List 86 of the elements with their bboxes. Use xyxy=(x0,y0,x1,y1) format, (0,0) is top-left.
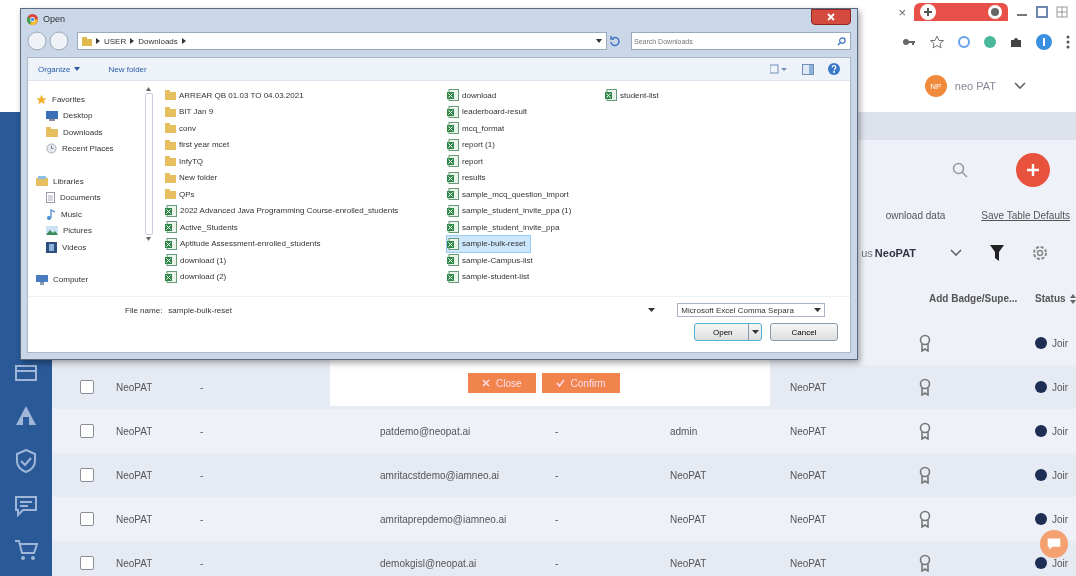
nav-item[interactable]: Libraries xyxy=(36,173,144,190)
table-cell: NeoPAT xyxy=(790,381,827,393)
table-cell: NeoPAT xyxy=(116,381,153,393)
nav-item[interactable]: Documents xyxy=(36,189,144,206)
column-header[interactable]: Status xyxy=(1035,293,1066,304)
table-cell: patdemo@neopat.ai xyxy=(380,425,471,437)
status-text: Joir xyxy=(1052,337,1069,349)
file-item[interactable]: Active_Students xyxy=(165,219,242,236)
table-cell: NeoPAT xyxy=(670,557,707,569)
nav-item[interactable]: Favorites xyxy=(36,91,144,108)
table-cell: - xyxy=(200,557,204,569)
file-item[interactable]: BIT Jan 9 xyxy=(165,103,218,120)
file-item[interactable]: 2022 Advanced Java Programming Course-enrolled_students xyxy=(165,202,403,219)
file-item[interactable]: sample-bulk-reset xyxy=(447,235,530,252)
breadcrumb-item[interactable]: USER xyxy=(104,36,127,46)
status-text: Joir xyxy=(1052,513,1069,525)
breadcrumb-item[interactable]: Downloads xyxy=(138,36,178,46)
nav-item[interactable]: Pictures xyxy=(36,222,144,239)
dialog-title: Open xyxy=(43,14,66,24)
table-cell: - xyxy=(555,425,559,437)
file-item[interactable]: sample_student_invite_ppa (1) xyxy=(447,202,576,219)
file-item[interactable]: report xyxy=(447,153,487,170)
file-item[interactable]: sample_mcq_question_import xyxy=(447,186,573,203)
table-cell: - xyxy=(200,469,204,481)
nav-item[interactable]: Computer xyxy=(36,271,144,288)
table-cell: NeoPAT xyxy=(790,557,827,569)
download-data-link[interactable]: ownload data xyxy=(885,209,946,221)
user-name[interactable]: neo PAT xyxy=(954,80,996,92)
table-cell: NeoPAT xyxy=(790,469,827,481)
file-item[interactable]: mcq_format xyxy=(447,120,509,137)
file-item[interactable]: sample_student_invite_ppa xyxy=(447,219,564,236)
file-item[interactable]: download (1) xyxy=(165,252,231,269)
nav-item[interactable]: Recent Places xyxy=(36,140,144,157)
nav-item[interactable]: Music xyxy=(36,206,144,223)
file-item[interactable]: New folder xyxy=(165,169,222,186)
file-item[interactable]: leaderboard-result xyxy=(447,103,531,120)
organize-menu[interactable]: Organize xyxy=(38,64,81,74)
table-cell: NeoPAT xyxy=(670,513,707,525)
table-cell: - xyxy=(555,557,559,569)
file-item[interactable]: student-list xyxy=(605,87,663,104)
save-table-defaults-link[interactable]: Save Table Defaults xyxy=(981,209,1070,221)
file-item[interactable]: results xyxy=(447,169,490,186)
table-cell: admin xyxy=(670,425,698,437)
table-cell: amritacstdemo@iamneo.ai xyxy=(380,469,500,481)
status-text: Joir xyxy=(1052,381,1069,393)
table-cell: - xyxy=(555,513,559,525)
table-cell: NeoPAT xyxy=(116,513,153,525)
table-cell: - xyxy=(555,469,559,481)
column-header[interactable]: Add Badge/Supe... xyxy=(915,293,1025,304)
cancel-button[interactable]: Cancel xyxy=(770,323,838,341)
file-item[interactable]: sample-Campus-list xyxy=(447,252,537,269)
nav-item[interactable]: Desktop xyxy=(36,107,144,124)
file-item[interactable]: QPs xyxy=(165,186,199,203)
open-button[interactable]: Open xyxy=(694,323,762,341)
table-cell: demokgisl@neopat.ai xyxy=(380,557,477,569)
status-text: Joir xyxy=(1052,557,1069,569)
nav-item[interactable]: Videos xyxy=(36,239,144,256)
file-item[interactable]: report (1) xyxy=(447,136,499,153)
table-cell: NeoPAT xyxy=(116,425,153,437)
nav-item[interactable]: Downloads xyxy=(36,124,144,141)
filter-label: us xyxy=(861,247,873,259)
file-item[interactable]: ARREAR QB 01.03 TO 04.03.2021 xyxy=(165,87,308,104)
file-name-label: File name: xyxy=(125,305,163,315)
file-item[interactable]: download xyxy=(447,87,501,104)
new-folder-button[interactable]: New folder xyxy=(108,64,147,74)
table-cell: - xyxy=(200,513,204,525)
file-item[interactable]: sample-student-list xyxy=(447,268,534,285)
table-cell: amritaprepdemo@iamneo.ai xyxy=(380,513,507,525)
file-item[interactable]: Aptitude Assessment-enrolled_students xyxy=(165,235,325,252)
file-type-select[interactable]: Microsoft Excel Comma Separa xyxy=(677,303,826,317)
file-item[interactable]: first year mcet xyxy=(165,136,234,153)
status-text: Joir xyxy=(1052,425,1069,437)
file-item[interactable]: download (2) xyxy=(165,268,231,285)
status-text: Joir xyxy=(1052,469,1069,481)
table-cell: NeoPAT xyxy=(670,469,707,481)
table-cell: - xyxy=(200,425,204,437)
address-bar[interactable]: USER Downloads xyxy=(77,32,607,50)
table-cell: - xyxy=(200,381,204,393)
table-cell: NeoPAT xyxy=(116,469,153,481)
table-cell: NeoPAT xyxy=(790,425,827,437)
table-cell: NeoPAT xyxy=(790,513,827,525)
tab-close-button[interactable]: × xyxy=(898,4,906,20)
file-item[interactable]: conv xyxy=(165,120,200,137)
campus-select[interactable]: NeoPAT xyxy=(874,247,962,259)
file-item[interactable]: InfyTQ xyxy=(165,153,207,170)
table-cell: NeoPAT xyxy=(116,557,153,569)
